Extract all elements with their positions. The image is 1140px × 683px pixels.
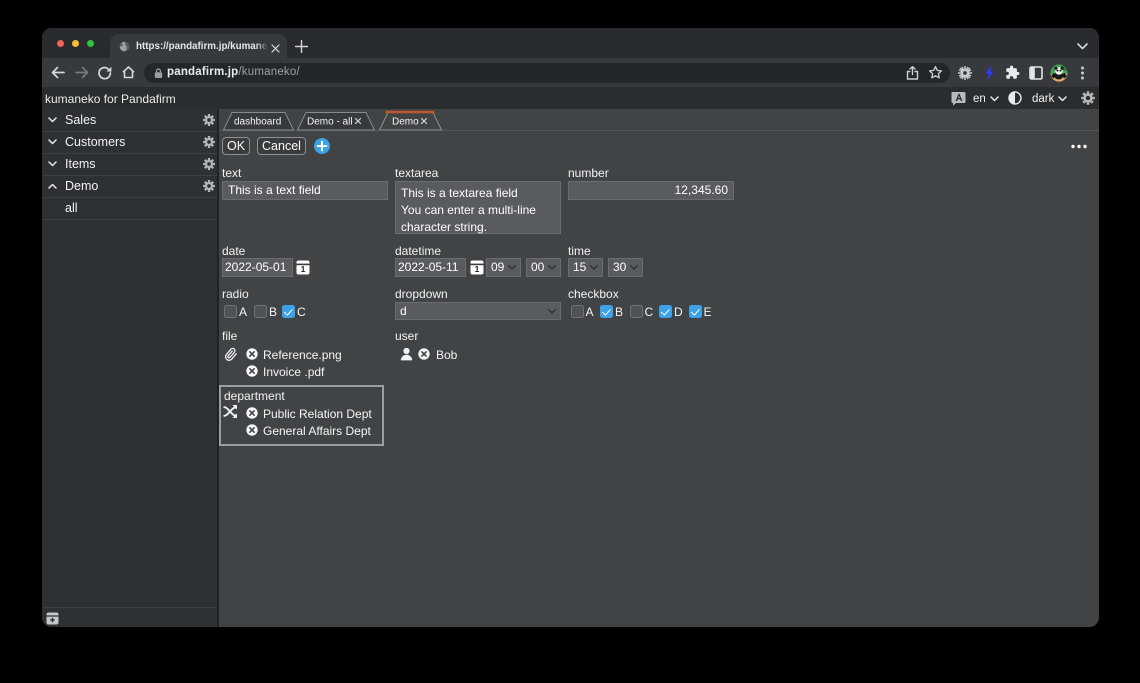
svg-text:Demo: Demo: [392, 117, 419, 128]
svg-text:1: 1: [301, 264, 306, 274]
svg-text:Demo - all: Demo - all: [307, 117, 353, 128]
svg-text:1: 1: [475, 264, 480, 274]
svg-text:dashboard: dashboard: [234, 117, 281, 128]
